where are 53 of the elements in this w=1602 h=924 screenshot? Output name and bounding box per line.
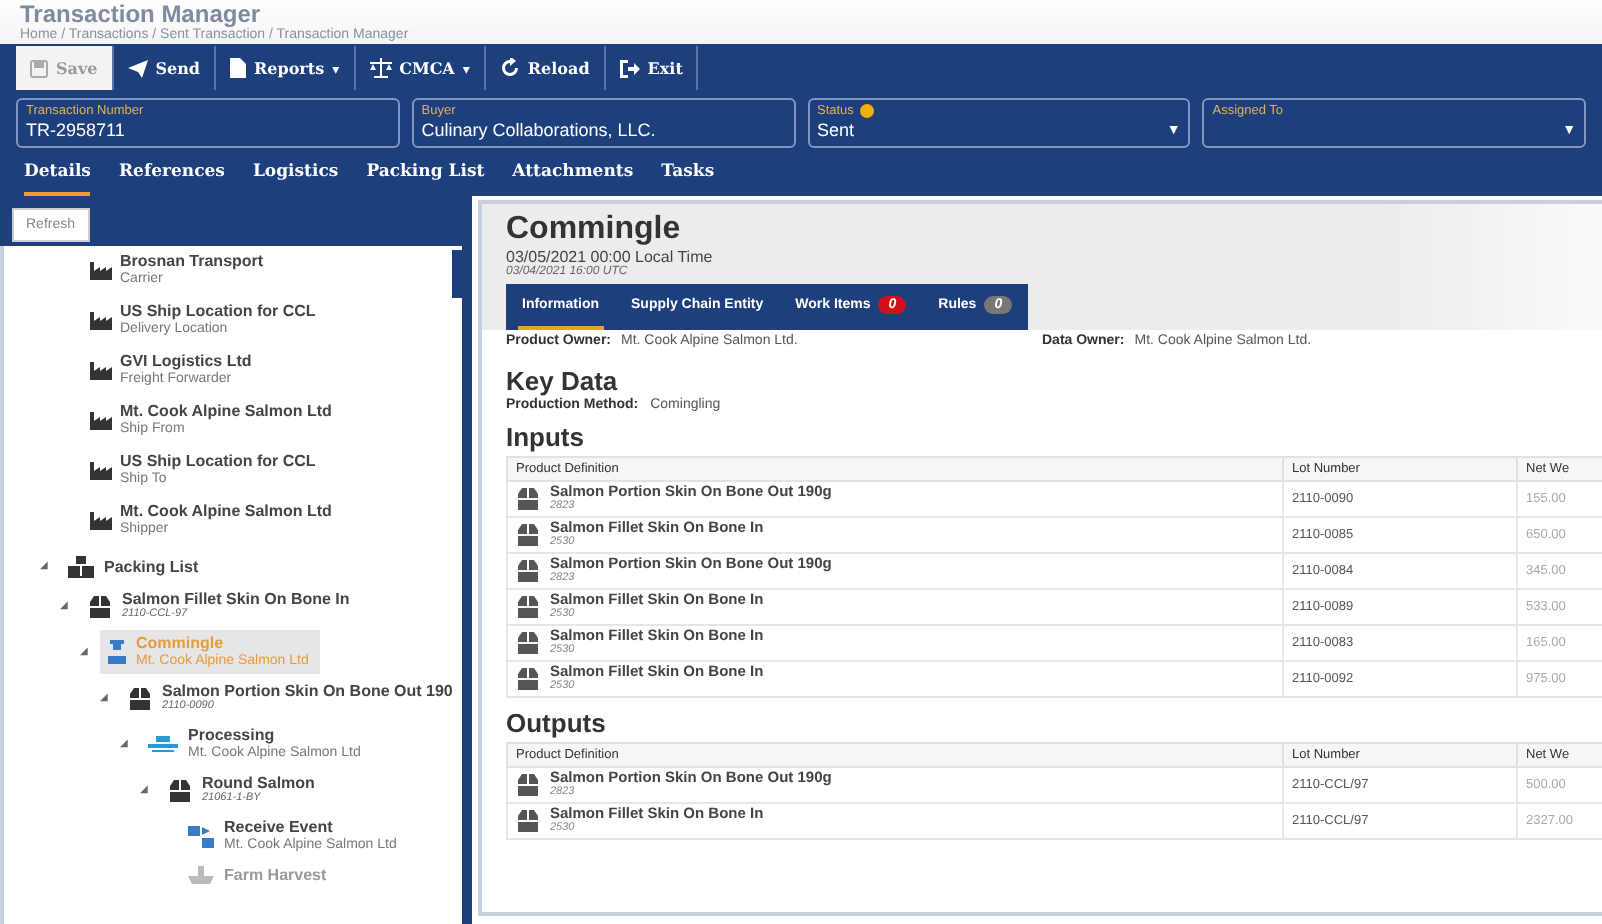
local-time: 03/05/2021 00:00 Local Time: [506, 248, 715, 266]
box-icon: [516, 488, 540, 510]
field-value: Sent: [817, 120, 855, 140]
exit-icon: [619, 59, 640, 77]
pallet-icon: [68, 556, 94, 578]
exit-button[interactable]: Exit: [605, 46, 699, 90]
field-value: TR-2958711: [26, 120, 125, 140]
scales-icon: [369, 58, 392, 78]
box-icon: [88, 595, 112, 617]
detail-title: Commingle: [506, 212, 683, 248]
reload-button[interactable]: Reload: [485, 46, 606, 90]
party-name[interactable]: US Ship Location for CCL: [120, 452, 316, 470]
box-icon: [516, 632, 540, 654]
tab[interactable]: Packing List: [366, 156, 485, 196]
box-icon: [516, 596, 540, 618]
factory-icon: [90, 511, 112, 529]
page-title: Transaction Manager: [20, 2, 261, 28]
factory-icon: [90, 311, 112, 329]
send-icon: [127, 59, 148, 77]
tree-node[interactable]: Packing List: [60, 552, 211, 582]
tab[interactable]: Tasks: [661, 156, 715, 196]
box-icon: [128, 687, 152, 709]
document-icon: [229, 58, 246, 78]
section-heading: Inputs: [506, 422, 586, 452]
party-name[interactable]: GVI Logistics Ltd: [120, 352, 252, 370]
send-button[interactable]: Send: [113, 46, 216, 90]
tab[interactable]: Attachments: [512, 156, 634, 196]
tab[interactable]: Logistics: [252, 156, 339, 196]
factory-icon: [90, 411, 112, 429]
field-value: Culinary Collaborations, LLC.: [421, 120, 656, 140]
tab[interactable]: References: [118, 156, 225, 196]
factory-icon: [90, 461, 112, 479]
factory-icon: [90, 361, 112, 379]
party-name[interactable]: Mt. Cook Alpine Salmon Ltd: [120, 502, 332, 520]
beaker-icon: [108, 640, 126, 664]
boat-icon: [188, 866, 214, 884]
factory-icon: [90, 261, 112, 279]
receive-icon: [188, 825, 214, 847]
section-heading: Outputs: [506, 708, 608, 738]
section-heading: Key Data: [506, 366, 620, 396]
conveyor-icon: [148, 735, 178, 753]
box-icon: [168, 779, 192, 801]
save-icon: [30, 59, 48, 77]
reload-icon: [499, 58, 520, 78]
party-name[interactable]: US Ship Location for CCL: [120, 302, 316, 320]
party-name[interactable]: Mt. Cook Alpine Salmon Ltd: [120, 402, 332, 420]
box-icon: [516, 810, 540, 832]
box-icon: [516, 560, 540, 582]
scrollbar[interactable]: [452, 250, 462, 298]
box-icon: [516, 774, 540, 796]
party-name[interactable]: Brosnan Transport: [120, 252, 264, 270]
box-icon: [516, 524, 540, 546]
box-icon: [516, 668, 540, 690]
